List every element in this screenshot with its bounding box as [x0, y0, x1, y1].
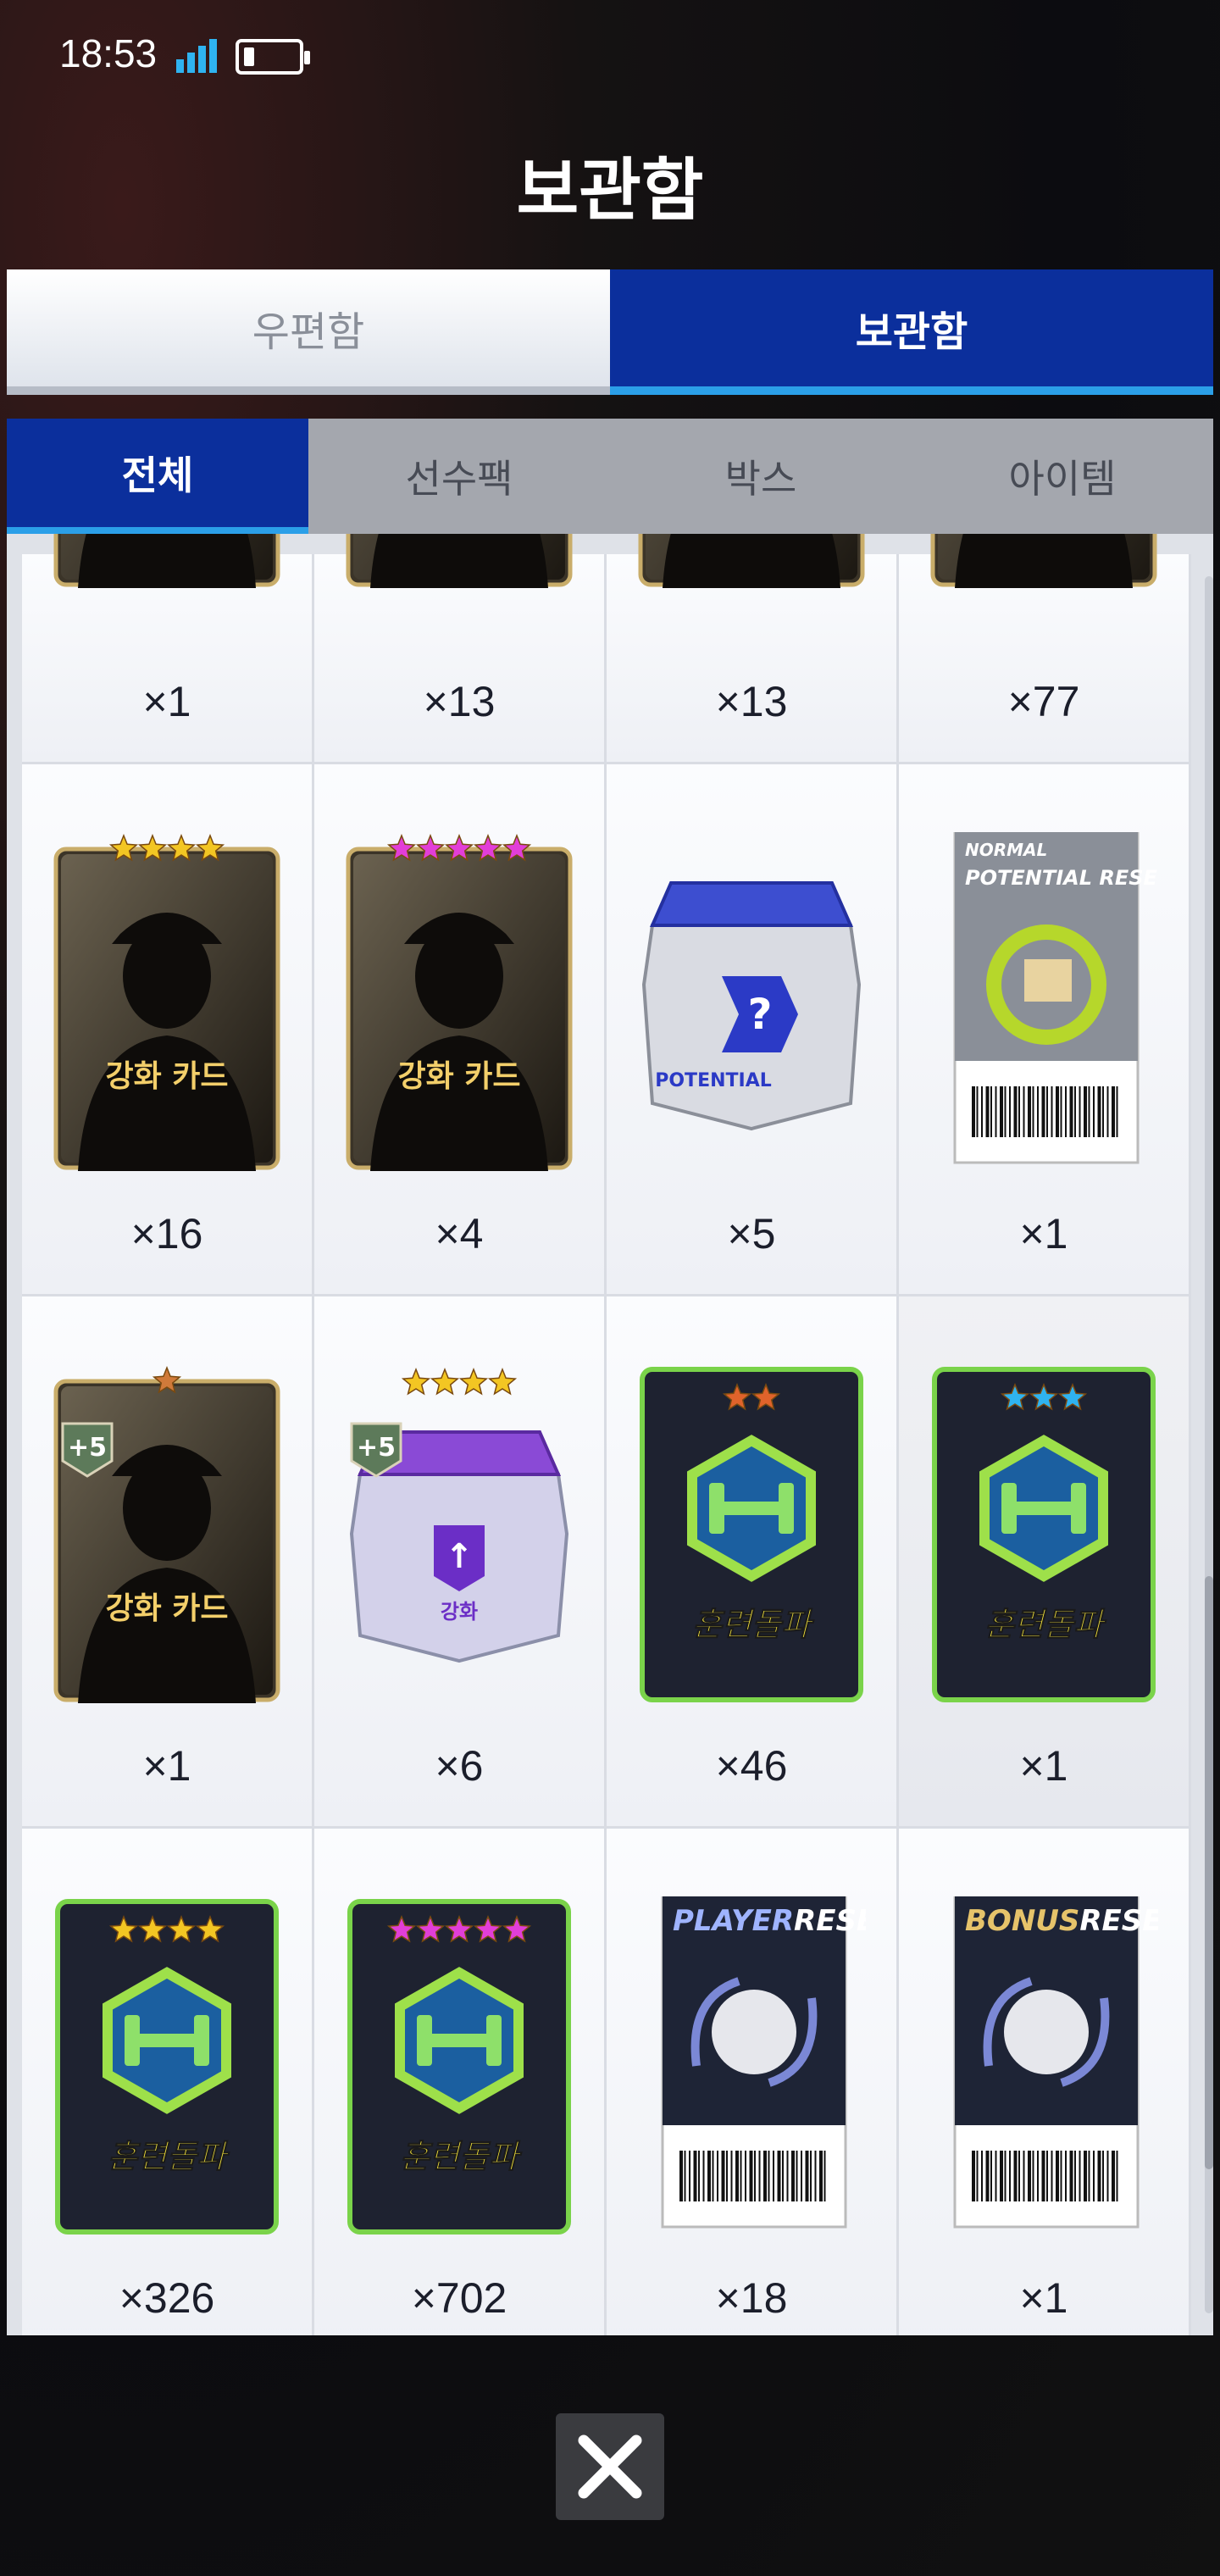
item-cell[interactable]: PLAYERRESET ×18 [607, 1829, 899, 2335]
item-count: ×4 [435, 1210, 484, 1257]
item-count: ×326 [119, 2274, 215, 2322]
category-tab-bar: 전체 선수팩 박스 아이템 [7, 419, 1213, 534]
item-label: 훈련돌파 [108, 2138, 230, 2175]
item-row: ×1 ×13 ×13 ×77 [22, 534, 1191, 764]
item-image: 훈련돌파 [55, 1899, 279, 2235]
item-count: ×1 [142, 1742, 191, 1790]
item-label: 강화 카드 [397, 1059, 520, 1094]
svg-text:+5: +5 [68, 1433, 107, 1463]
item-image [638, 534, 865, 588]
item-cell[interactable]: 훈련돌파 ×46 [607, 1296, 899, 1829]
item-image [53, 534, 280, 588]
signal-icon [176, 39, 217, 73]
item-count: ×1 [1019, 2274, 1068, 2322]
item-cell[interactable]: 강화 카드 ×4 [314, 764, 607, 1296]
item-list-panel[interactable]: ×1 ×13 ×13 ×77 강화 카드 ×16 강화 카드 ×4 ? POTE… [7, 534, 1213, 2335]
scrollbar-track[interactable] [1205, 576, 1213, 2313]
item-image: PLAYERRESET [661, 1896, 866, 2229]
item-label: 훈련돌파 [400, 2138, 523, 2175]
item-cell[interactable]: ? POTENTIAL ×5 [607, 764, 899, 1296]
item-label: 훈련돌파 [984, 1606, 1107, 1643]
item-cell[interactable]: 강화 카드 +5 ×1 [22, 1296, 314, 1829]
status-bar: 18:53 [0, 0, 1220, 110]
item-cell[interactable]: ×1 [22, 534, 314, 764]
tab-box[interactable]: 박스 [610, 419, 912, 534]
item-label: 강화 [441, 1600, 478, 1624]
scrollbar-thumb[interactable] [1205, 1576, 1213, 2169]
item-count: ×1 [1019, 1742, 1068, 1790]
item-count: ×13 [715, 678, 788, 725]
item-label: BONUSRESET [965, 1904, 1158, 1938]
item-image [346, 534, 573, 588]
item-image: 강화 카드 [346, 833, 573, 1171]
item-cell[interactable]: 강화 카드 ×16 [22, 764, 314, 1296]
tab-item[interactable]: 아이템 [912, 419, 1213, 534]
item-count: ×702 [411, 2274, 507, 2322]
item-label: PLAYERRESET [673, 1904, 866, 1938]
svg-text:+5: +5 [357, 1433, 396, 1463]
status-time: 18:53 [59, 31, 158, 75]
item-count: ×18 [715, 2274, 788, 2322]
item-count: ×5 [727, 1210, 776, 1257]
item-image [930, 534, 1157, 588]
item-count: ×1 [142, 678, 191, 725]
close-button[interactable] [556, 2413, 664, 2520]
item-cell[interactable]: ×13 [314, 534, 607, 764]
item-row: 강화 카드 ×16 강화 카드 ×4 ? POTENTIAL ×5 NORMAL PO… [22, 764, 1191, 1296]
top-tab-bar: 우편함 보관함 [7, 269, 1213, 395]
item-row: 강화 카드 +5 ×1 ↑ 강화 +5 ×6 훈련돌파 ×46 훈련돌파 ×1 [22, 1296, 1191, 1829]
item-image: 훈련돌파 [932, 1367, 1156, 1702]
battery-icon [236, 39, 310, 75]
item-cell[interactable]: ↑ 강화 +5 ×6 [314, 1296, 607, 1829]
item-image: BONUSRESET [953, 1896, 1158, 2229]
item-row: 훈련돌파 ×326 훈련돌파 ×702 PLAYERRESET ×18 BONUSR… [22, 1829, 1191, 2335]
item-cell[interactable]: BONUSRESET ×1 [899, 1829, 1191, 2335]
item-image: 강화 카드 +5 [53, 1365, 280, 1703]
item-count: ×1 [1019, 1210, 1068, 1257]
item-image: 강화 카드 [53, 833, 280, 1171]
item-image: ↑ 강화 +5 [349, 1367, 569, 1663]
item-count: ×13 [423, 678, 496, 725]
item-cell[interactable]: NORMAL POTENTIAL RESET ×1 [899, 764, 1191, 1296]
tab-player-pack[interactable]: 선수팩 [308, 419, 610, 534]
item-count: ×77 [1007, 678, 1080, 725]
item-count: ×46 [715, 1742, 788, 1790]
item-cell[interactable]: 훈련돌파 ×1 [899, 1296, 1191, 1829]
item-cell[interactable]: ×77 [899, 534, 1191, 764]
item-image: NORMAL POTENTIAL RESET [953, 832, 1158, 1164]
item-cell[interactable]: 훈련돌파 ×326 [22, 1829, 314, 2335]
item-label: 강화 카드 [105, 1591, 228, 1626]
item-label: POTENTIAL [655, 1070, 772, 1091]
tab-storage[interactable]: 보관함 [610, 269, 1213, 395]
item-count: ×16 [130, 1210, 203, 1257]
item-label: POTENTIAL RESET [965, 866, 1158, 890]
item-label: 강화 카드 [105, 1059, 228, 1094]
tab-mailbox[interactable]: 우편함 [7, 269, 610, 395]
item-label: 훈련돌파 [692, 1606, 815, 1643]
item-image: 훈련돌파 [640, 1367, 863, 1702]
page-title: 보관함 [516, 151, 704, 230]
svg-text:NORMAL: NORMAL [965, 840, 1047, 860]
tab-all[interactable]: 전체 [7, 419, 308, 534]
item-count: ×6 [435, 1742, 484, 1790]
item-cell[interactable]: 훈련돌파 ×702 [314, 1829, 607, 2335]
svg-text:?: ? [747, 990, 772, 1039]
item-cell[interactable]: ×13 [607, 534, 899, 764]
item-grid: ×1 ×13 ×13 ×77 강화 카드 ×16 강화 카드 ×4 ? POTE… [22, 534, 1191, 2335]
item-image: ? POTENTIAL [641, 881, 862, 1131]
svg-text:↑: ↑ [445, 1537, 474, 1576]
item-image: 훈련돌파 [347, 1899, 571, 2235]
close-icon [578, 2434, 642, 2499]
